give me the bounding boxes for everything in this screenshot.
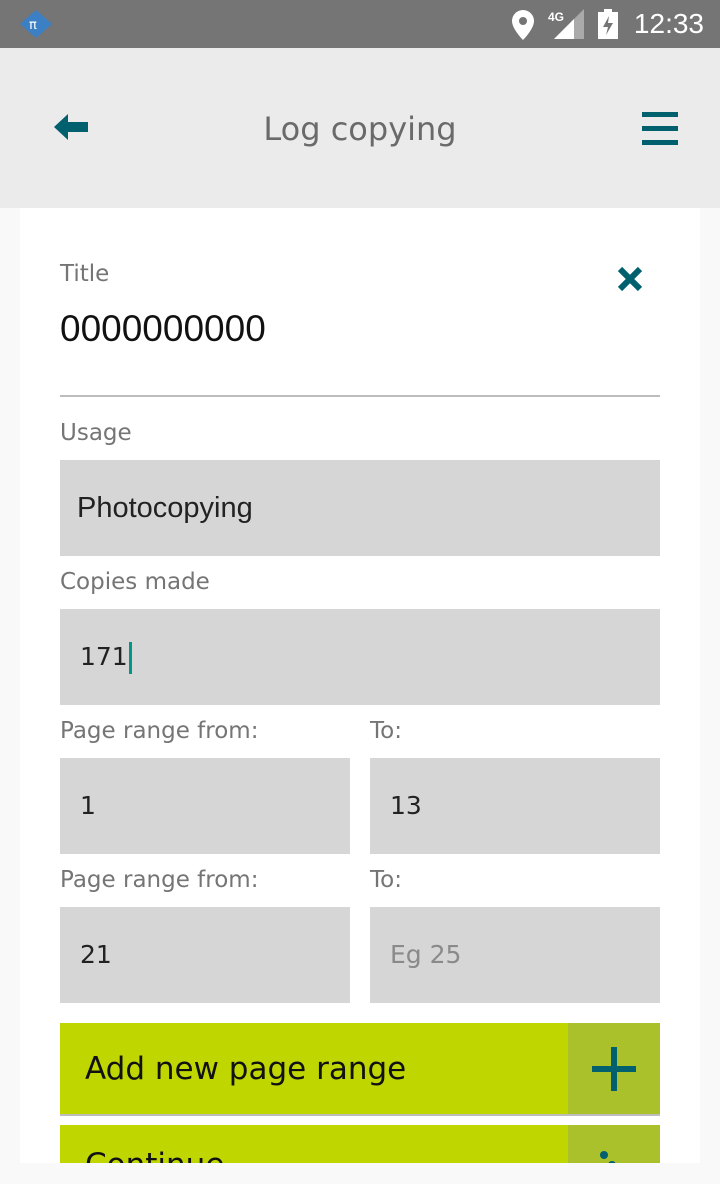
range-from-label: Page range from: — [60, 867, 259, 893]
title-value: 0000000000 — [60, 308, 266, 349]
plus-icon — [592, 1047, 636, 1091]
page-title: Log copying — [263, 110, 457, 148]
svg-text:π: π — [29, 18, 37, 33]
add-page-range-label: Add new page range — [85, 1051, 407, 1087]
range-from-input[interactable]: 1 — [60, 758, 350, 854]
app-logo-icon: π — [20, 10, 52, 38]
log-copying-form: Title 0000000000 Usage Photocopying Copi… — [20, 208, 700, 1163]
copies-value: 171 — [80, 642, 128, 671]
divider — [60, 395, 660, 397]
add-page-range-button[interactable]: Add new page range — [60, 1023, 660, 1116]
app-bar: Log copying — [0, 48, 720, 208]
continue-button[interactable]: Continue — [60, 1125, 660, 1163]
usage-select[interactable]: Photocopying — [60, 460, 660, 556]
menu-icon[interactable] — [642, 112, 678, 146]
range-from-label: Page range from: — [60, 718, 259, 744]
clear-title-icon[interactable] — [617, 266, 643, 292]
copies-input[interactable]: 171 — [60, 609, 660, 705]
location-icon — [512, 10, 534, 40]
title-label: Title — [60, 261, 110, 287]
battery-charging-icon — [598, 9, 618, 39]
usage-label: Usage — [60, 420, 132, 446]
range-to-label: To: — [370, 867, 402, 893]
status-bar: π 4G 12:33 — [0, 0, 720, 48]
svg-text:4G: 4G — [548, 10, 564, 24]
range-to-label: To: — [370, 718, 402, 744]
range-to-input[interactable]: 13 — [370, 758, 660, 854]
range-from-input[interactable]: 21 — [60, 907, 350, 1003]
text-cursor — [128, 642, 132, 674]
clock: 12:33 — [633, 8, 704, 39]
range-to-input[interactable]: Eg 25 — [370, 907, 660, 1003]
continue-label: Continue — [85, 1147, 224, 1163]
copies-label: Copies made — [60, 569, 210, 595]
signal-icon: 4G — [548, 9, 584, 39]
continue-icon — [600, 1151, 616, 1163]
